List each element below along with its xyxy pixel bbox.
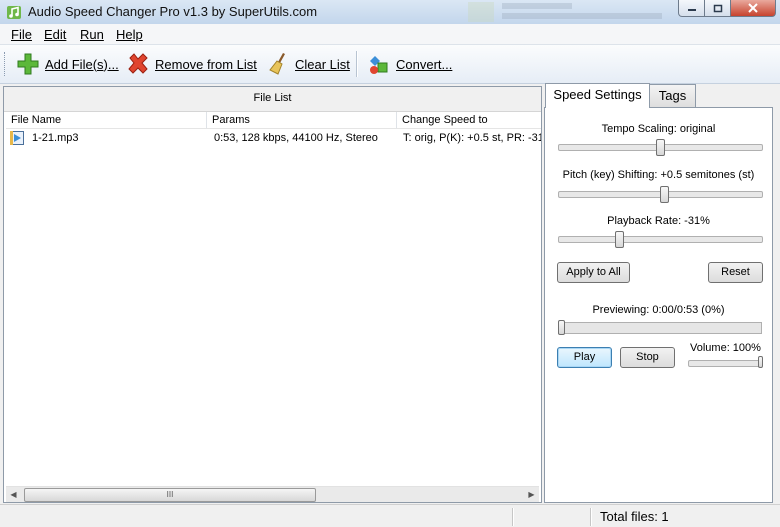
column-header-params[interactable]: Params (207, 112, 397, 129)
menu-run[interactable]: Run (80, 27, 104, 42)
menu-file[interactable]: File (11, 27, 32, 42)
audio-file-icon (10, 131, 24, 145)
stop-button[interactable]: Stop (620, 347, 675, 368)
pitch-label: Pitch (key) Shifting: +0.5 semitones (st… (562, 169, 755, 181)
preview-progress-bar[interactable] (558, 322, 762, 334)
speed-settings-panel: Tempo Scaling: original Pitch (key) Shif… (544, 107, 773, 503)
scrollbar-thumb[interactable]: III (24, 488, 316, 502)
rate-label: Playback Rate: -31% (607, 215, 710, 227)
clear-list-button[interactable]: Clear List (268, 50, 350, 78)
tab-tags[interactable]: Tags (649, 84, 696, 107)
reset-button[interactable]: Reset (708, 262, 763, 283)
status-separator (512, 508, 514, 526)
convert-shapes-icon (370, 56, 388, 74)
convert-button[interactable]: Convert... (367, 50, 452, 78)
toolbar-separator (356, 51, 358, 77)
scroll-left-icon[interactable]: ◀ (6, 487, 21, 502)
remove-from-list-label: Remove from List (155, 56, 257, 72)
status-bar: Total files: 1 (0, 504, 780, 527)
total-files-text: Total files: 1 (600, 509, 669, 524)
pitch-slider-thumb[interactable] (659, 186, 669, 203)
add-files-label: Add File(s)... (45, 56, 119, 72)
tab-speed-settings[interactable]: Speed Settings (545, 83, 650, 108)
rate-slider-thumb[interactable] (614, 231, 624, 248)
menu-edit[interactable]: Edit (44, 27, 66, 42)
remove-from-list-button[interactable]: Remove from List (126, 50, 257, 78)
rate-slider[interactable] (558, 236, 763, 243)
toolbar: Add File(s)... Remove from List Clear Li… (0, 45, 780, 84)
close-icon (748, 3, 758, 13)
volume-slider[interactable] (688, 360, 763, 367)
volume-label: Volume: 100% (690, 342, 761, 354)
background-window-ghost (468, 2, 662, 22)
play-button[interactable]: Play (557, 347, 612, 368)
scroll-right-icon[interactable]: ▶ (524, 487, 539, 502)
plus-icon (17, 53, 39, 75)
minimize-button[interactable] (678, 0, 705, 17)
file-list-panel: File List File Name Params Change Speed … (3, 86, 542, 503)
toolbar-grip[interactable] (4, 52, 8, 76)
minimize-icon (687, 9, 696, 11)
clear-list-label: Clear List (295, 56, 350, 72)
tempo-slider-thumb[interactable] (656, 139, 665, 156)
file-list-caption: File List (4, 87, 541, 112)
broom-icon (269, 53, 285, 75)
preview-position-thumb[interactable] (558, 320, 565, 335)
column-header-file-name[interactable]: File Name (6, 112, 207, 129)
row-params: 0:53, 128 kbps, 44100 Hz, Stereo (214, 132, 378, 144)
settings-tabs: Speed Settings Tags (545, 83, 773, 108)
volume-slider-thumb[interactable] (758, 356, 763, 368)
red-x-icon (128, 53, 148, 74)
preview-label: Previewing: 0:00/0:53 (0%) (592, 304, 725, 316)
column-header-change-speed[interactable]: Change Speed to (397, 112, 541, 129)
window-title: Audio Speed Changer Pro v1.3 by SuperUti… (28, 4, 318, 19)
horizontal-scrollbar[interactable]: ◀ III ▶ (6, 486, 539, 502)
maximize-button[interactable] (705, 0, 731, 17)
row-file-name: 1-21.mp3 (32, 132, 79, 144)
close-button[interactable] (731, 0, 776, 17)
table-row[interactable]: 1-21.mp3 0:53, 128 kbps, 44100 Hz, Stere… (8, 129, 541, 147)
add-files-button[interactable]: Add File(s)... (16, 50, 119, 78)
app-window: Audio Speed Changer Pro v1.3 by SuperUti… (0, 0, 780, 527)
title-bar[interactable]: Audio Speed Changer Pro v1.3 by SuperUti… (0, 0, 780, 24)
menu-help[interactable]: Help (116, 27, 143, 42)
menu-bar: File Edit Run Help (0, 24, 780, 45)
caption-buttons (678, 0, 776, 18)
row-change-speed: T: orig, P(K): +0.5 st, PR: -31% (403, 132, 541, 144)
app-music-icon (7, 6, 21, 19)
convert-label: Convert... (396, 56, 453, 72)
status-separator (590, 508, 592, 526)
tempo-label: Tempo Scaling: original (601, 123, 716, 135)
scroll-grip-marks: III (166, 490, 174, 499)
apply-to-all-button[interactable]: Apply to All (557, 262, 630, 283)
maximize-icon (713, 4, 722, 12)
